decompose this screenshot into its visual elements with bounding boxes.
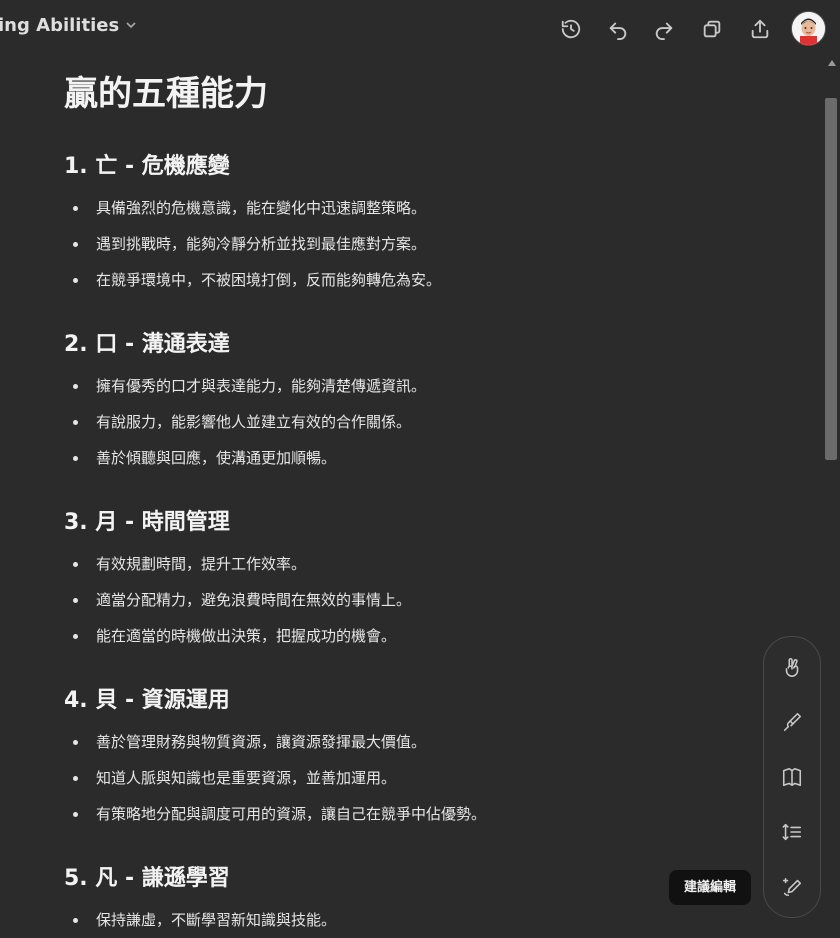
top-bar: ing Abilities bbox=[0, 0, 840, 56]
bullet-list: 善於管理財務與物質資源，讓資源發揮最大價值。 知道人脈與知識也是重要資源，並善加… bbox=[64, 724, 486, 832]
list-item: 擁有優秀的口才與表達能力，能夠清楚傳遞資訊。 bbox=[64, 368, 426, 404]
peace-hand-icon[interactable] bbox=[778, 653, 806, 681]
edit-toolbox bbox=[763, 636, 821, 918]
suggest-edit-icon[interactable] bbox=[778, 873, 806, 901]
history-icon[interactable] bbox=[554, 12, 588, 46]
line-height-icon[interactable] bbox=[778, 818, 806, 846]
scrollbar-thumb[interactable] bbox=[825, 98, 837, 460]
list-item: 善於管理財務與物質資源，讓資源發揮最大價值。 bbox=[64, 724, 486, 760]
list-item: 適當分配精力，避免浪費時間在無效的事情上。 bbox=[64, 582, 411, 618]
scroll-up-arrow-icon[interactable] bbox=[828, 60, 836, 66]
paintbrush-icon[interactable] bbox=[778, 708, 806, 736]
document-heading: 贏的五種能力 bbox=[64, 74, 268, 114]
list-item: 具備強烈的危機意識，能在變化中迅速調整策略。 bbox=[64, 190, 441, 226]
share-icon[interactable] bbox=[743, 12, 777, 46]
document-title-dropdown[interactable]: ing Abilities bbox=[0, 15, 137, 36]
list-item: 知道人脈與知識也是重要資源，並善加運用。 bbox=[64, 760, 486, 796]
chevron-down-icon bbox=[125, 15, 137, 36]
document-body: 贏的五種能力 1. 亡 - 危機應變 具備強烈的危機意識，能在變化中迅速調整策略… bbox=[64, 70, 804, 929]
book-icon[interactable] bbox=[778, 763, 806, 791]
redo-icon[interactable] bbox=[647, 12, 681, 46]
bullet-list: 具備強烈的危機意識，能在變化中迅速調整策略。 遇到挑戰時，能夠冷靜分析並找到最佳… bbox=[64, 190, 441, 298]
tooltip-suggest-edit: 建議編輯 bbox=[669, 870, 751, 905]
copy-icon[interactable] bbox=[695, 12, 729, 46]
list-item: 能在適當的時機做出決策，把握成功的機會。 bbox=[64, 618, 411, 654]
list-item: 有效規劃時間，提升工作效率。 bbox=[64, 546, 411, 582]
bullet-list: 保持謙虛，不斷學習新知識與技能。 bbox=[64, 902, 336, 938]
bullet-list: 擁有優秀的口才與表達能力，能夠清楚傳遞資訊。 有說服力，能影響他人並建立有效的合… bbox=[64, 368, 426, 476]
bullet-list: 有效規劃時間，提升工作效率。 適當分配精力，避免浪費時間在無效的事情上。 能在適… bbox=[64, 546, 411, 654]
section-heading: 1. 亡 - 危機應變 bbox=[64, 154, 230, 179]
list-item: 有說服力，能影響他人並建立有效的合作關係。 bbox=[64, 404, 426, 440]
document-title: ing Abilities bbox=[0, 15, 120, 36]
list-item: 在競爭環境中，不被困境打倒，反而能夠轉危為安。 bbox=[64, 262, 441, 298]
list-item: 遇到挑戰時，能夠冷靜分析並找到最佳應對方案。 bbox=[64, 226, 441, 262]
list-item: 有策略地分配與調度可用的資源，讓自己在競爭中佔優勢。 bbox=[64, 796, 486, 832]
user-avatar[interactable] bbox=[791, 11, 826, 46]
section-heading: 3. 月 - 時間管理 bbox=[64, 510, 230, 535]
list-item: 善於傾聽與回應，使溝通更加順暢。 bbox=[64, 440, 426, 476]
list-item: 保持謙虛，不斷學習新知識與技能。 bbox=[64, 902, 336, 938]
section-heading: 5. 凡 - 謙遜學習 bbox=[64, 866, 230, 891]
undo-icon[interactable] bbox=[601, 12, 635, 46]
section-heading: 2. 口 - 溝通表達 bbox=[64, 332, 230, 357]
section-heading: 4. 貝 - 資源運用 bbox=[64, 688, 230, 713]
